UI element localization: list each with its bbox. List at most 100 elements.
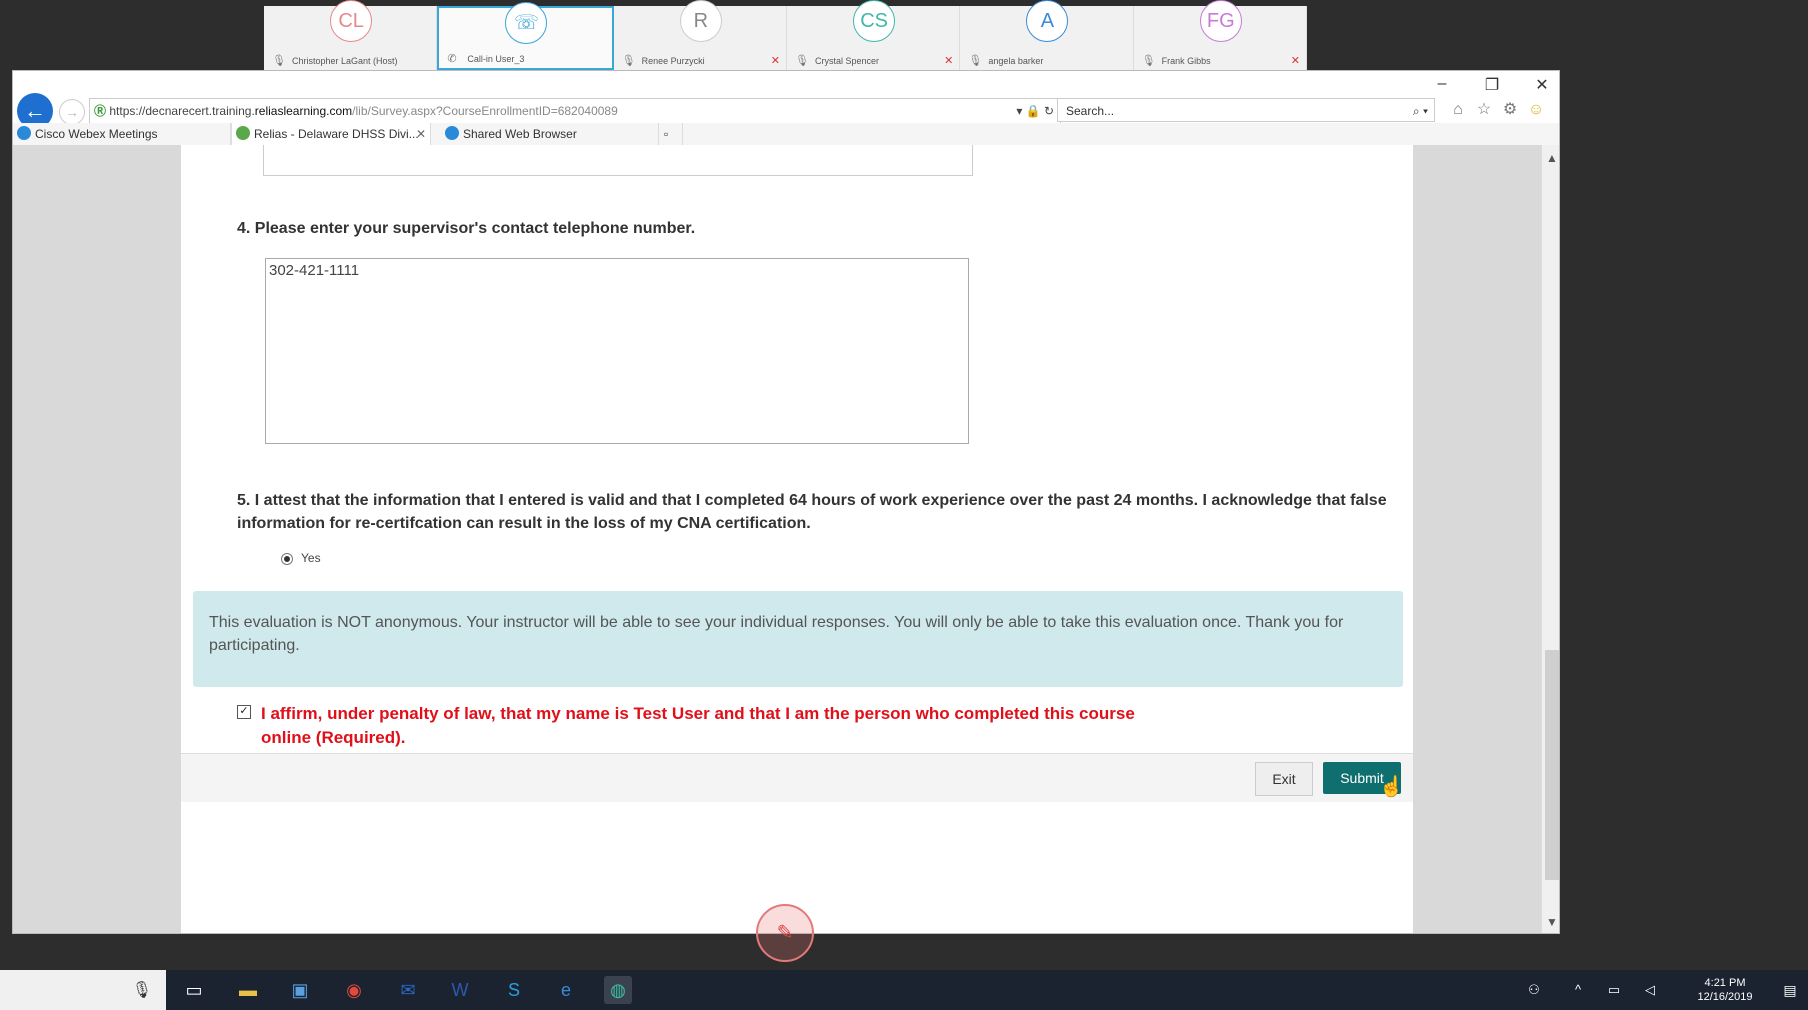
close-tab-icon[interactable]: ✕ (416, 123, 426, 145)
participant-avatar: A (1026, 0, 1069, 42)
search-icon[interactable]: ⌕ ▾ (1413, 99, 1428, 123)
shared-browser-icon (445, 126, 459, 140)
webex-taskbar-icon[interactable]: ◍ (604, 976, 632, 1004)
previous-answer-box[interactable] (263, 145, 973, 176)
question-4-label: 4. Please enter your supervisor's contac… (237, 220, 696, 237)
microphone-icon: 🎙 (1141, 55, 1156, 67)
site-icon: Ⓡ (94, 104, 107, 118)
relias-icon (236, 126, 250, 140)
url-path: /lib/Survey.aspx?CourseEnrollmentID=6820… (352, 104, 618, 118)
participant-tile[interactable]: FG 🎙 Frank Gibbs ✕ (1134, 0, 1307, 70)
participant-tile[interactable]: R 🎙 Renee Purzycki ✕ (614, 0, 787, 70)
participant-tile[interactable]: CS 🎙 Crystal Spencer ✕ (787, 0, 961, 70)
affirm-label: I affirm, under penalty of law, that my … (261, 704, 1135, 747)
participant-avatar: FG (1199, 0, 1242, 42)
participant-tile[interactable]: CL 🎙 Christopher LaGant (Host) (264, 0, 438, 70)
microphone-icon: 🎙 (794, 55, 809, 67)
muted-icon: ✕ (770, 55, 780, 67)
recording-indicator-icon[interactable]: ✎ (756, 904, 814, 962)
arrow-right-icon: → (65, 104, 79, 120)
participant-avatar: ☏ (505, 2, 548, 44)
participant-avatar: CL (330, 0, 373, 42)
browser-window: – ❐ ✕ ← → Ⓡ https://decnarecert.training… (12, 70, 1560, 934)
file-explorer-icon[interactable]: ▬ (234, 976, 262, 1004)
participant-name: Christopher LaGant (Host) (292, 56, 398, 66)
form-footer: Exit Submit ☝ (181, 753, 1413, 802)
participant-name: Call-in User_3 (467, 54, 525, 64)
word-icon[interactable]: W (446, 976, 474, 1004)
clock-time: 4:21 PM (1704, 977, 1746, 989)
tab-label: Relias - Delaware DHSS Divi... (254, 127, 419, 141)
taskbar-search-box[interactable]: 🎙 (0, 970, 166, 1010)
internet-explorer-icon[interactable]: e (552, 976, 580, 1004)
address-bar[interactable]: Ⓡ https://decnarecert.training.reliaslea… (89, 98, 1061, 124)
new-tab-button[interactable]: ▫ (659, 123, 683, 145)
participant-name: angela barker (988, 56, 1044, 66)
participant-strip: CL 🎙 Christopher LaGant (Host) ☏ ✆ Call-… (264, 0, 1307, 70)
chevron-up-icon[interactable]: ^ (1564, 976, 1592, 1004)
participant-tile[interactable]: A 🎙 angela barker (960, 0, 1134, 70)
notifications-icon[interactable]: ▤ (1776, 976, 1804, 1004)
url-prefix: https://decnarecert.training. (109, 104, 255, 118)
tab-bar: Cisco Webex Meetings Relias - Delaware D… (13, 123, 1559, 146)
radio-label: Yes (301, 551, 321, 565)
taskbar: 🎙 ▭ ▬ ▣ ◉ ✉ W S e ◍ ⚇ ^ ▭ ◁ 4:21 PM 12/1… (0, 970, 1808, 1010)
tab-label: Shared Web Browser (463, 127, 577, 141)
volume-icon[interactable]: ◁ (1636, 976, 1664, 1004)
microphone-icon: 🎙 (968, 55, 983, 67)
page-viewport: 4. Please enter your supervisor's contac… (13, 145, 1541, 933)
tab-shared-browser[interactable]: Shared Web Browser (441, 123, 659, 145)
scrollbar-thumb[interactable] (1545, 650, 1559, 880)
favorites-star-icon[interactable]: ☆ (1473, 99, 1495, 121)
hand-cursor-icon: ☝ (1379, 776, 1404, 798)
microphone-icon[interactable]: 🎙 (132, 980, 152, 1000)
vertical-scrollbar[interactable]: ▲ ▼ (1541, 145, 1559, 933)
clock-date: 12/16/2019 (1697, 991, 1753, 1003)
participant-name: Crystal Spencer (814, 56, 880, 66)
browser-toolbar: – ❐ ✕ ← → Ⓡ https://decnarecert.training… (13, 71, 1559, 129)
supervisor-phone-field[interactable]: 302-421-1111 (265, 258, 969, 444)
settings-gear-icon[interactable]: ⚙ (1499, 99, 1521, 121)
people-icon[interactable]: ⚇ (1520, 976, 1548, 1004)
participant-name: Frank Gibbs (1161, 56, 1211, 66)
radio-yes[interactable]: Yes (281, 551, 321, 565)
forward-button[interactable]: → (59, 99, 85, 125)
search-placeholder: Search... (1066, 104, 1115, 118)
scroll-down-icon[interactable]: ▼ (1546, 915, 1558, 929)
survey-page: 4. Please enter your supervisor's contac… (181, 145, 1413, 933)
close-icon[interactable]: ✕ (1525, 75, 1559, 95)
restore-icon[interactable]: ❐ (1475, 75, 1509, 95)
smiley-icon[interactable]: ☺ (1525, 99, 1547, 121)
phone-icon: ✆ (447, 53, 457, 65)
store-icon[interactable]: ▣ (286, 976, 314, 1004)
arrow-left-icon: ← (24, 98, 46, 123)
system-clock[interactable]: 4:21 PM 12/16/2019 (1690, 976, 1760, 1004)
outlook-icon[interactable]: ✉ (394, 976, 422, 1004)
participant-avatar: CS (853, 0, 896, 42)
url-site: reliaslearning.com (254, 104, 353, 118)
skype-icon[interactable]: S (500, 976, 528, 1004)
question-5-label: 5. I attest that the information that I … (237, 492, 1387, 532)
lock-refresh-icons[interactable]: ▾ 🔒 ↻ (1016, 99, 1054, 123)
scroll-up-icon[interactable]: ▲ (1546, 151, 1558, 165)
home-icon[interactable]: ⌂ (1447, 99, 1469, 121)
search-input[interactable]: Search... ⌕ ▾ (1057, 98, 1435, 122)
minimize-icon[interactable]: – (1425, 75, 1459, 95)
anonymity-notice: This evaluation is NOT anonymous. Your i… (193, 591, 1403, 687)
radio-button-checked[interactable] (281, 552, 293, 565)
participant-name: Renee Purzycki (641, 56, 705, 66)
exit-button[interactable]: Exit (1255, 762, 1313, 796)
tab-webex[interactable]: Cisco Webex Meetings (13, 123, 231, 145)
affirm-checkbox[interactable]: ✓ (237, 705, 251, 719)
muted-icon: ✕ (1290, 55, 1300, 67)
participant-avatar: R (679, 0, 722, 42)
tab-relias[interactable]: Relias - Delaware DHSS Divi... ✕ (231, 123, 431, 145)
microphone-icon: 🎙 (621, 55, 636, 67)
microphone-icon: 🎙 (272, 55, 286, 67)
network-icon[interactable]: ▭ (1600, 976, 1628, 1004)
chrome-icon[interactable]: ◉ (340, 976, 368, 1004)
muted-icon: ✕ (944, 55, 954, 67)
participant-tile[interactable]: ☏ ✆ Call-in User_3 (437, 2, 614, 70)
tab-label: Cisco Webex Meetings (35, 127, 158, 141)
task-view-icon[interactable]: ▭ (180, 976, 208, 1004)
